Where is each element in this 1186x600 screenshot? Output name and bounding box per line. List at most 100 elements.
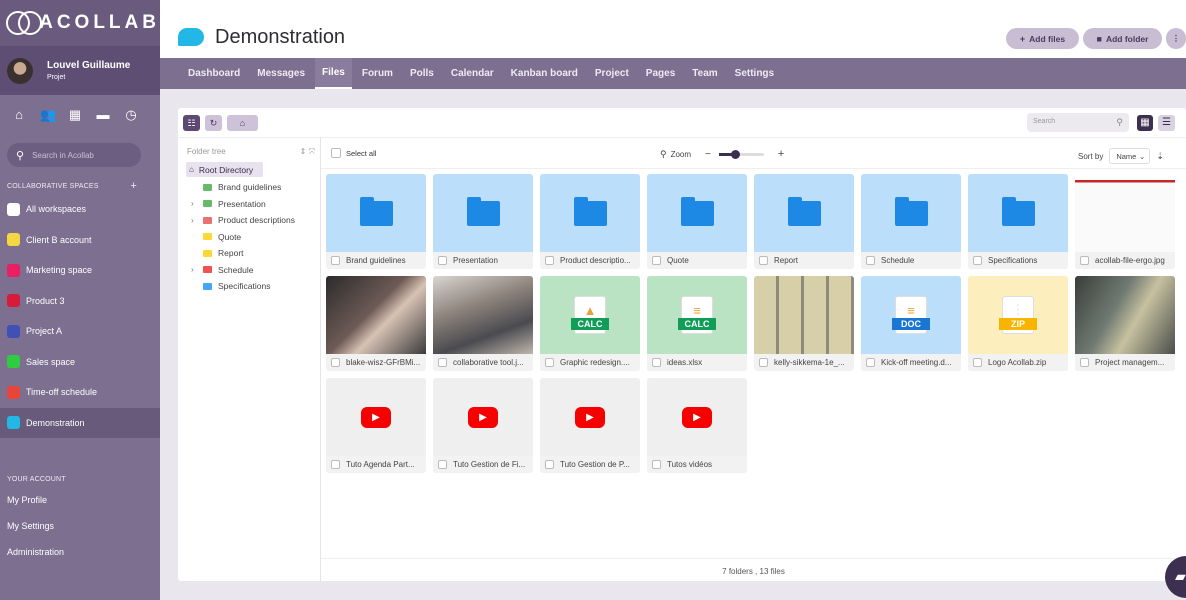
sidebar-space-item[interactable]: Project A bbox=[0, 316, 160, 347]
tab-files[interactable]: Files bbox=[315, 58, 352, 89]
file-thumbnail[interactable] bbox=[433, 276, 533, 354]
collapse-expand-icon[interactable]: ⇕ ⤧ bbox=[300, 147, 315, 157]
tree-root-directory[interactable]: ⌂ Root Directory bbox=[186, 162, 263, 177]
file-checkbox[interactable] bbox=[759, 358, 768, 367]
file-card[interactable]: acollab-file-ergo.jpg bbox=[1075, 174, 1175, 269]
folder-card[interactable]: Presentation bbox=[433, 174, 533, 269]
file-thumbnail[interactable]: ▶ bbox=[540, 378, 640, 456]
file-thumbnail[interactable] bbox=[540, 174, 640, 252]
file-card[interactable]: blake-wisz-GFrBMi... bbox=[326, 276, 426, 371]
tab-forum[interactable]: Forum bbox=[355, 58, 400, 89]
folder-card[interactable]: Report bbox=[754, 174, 854, 269]
sidebar-search-input[interactable]: ⚲ Search in Acollab bbox=[7, 143, 141, 167]
sidebar-space-item[interactable]: Client B account bbox=[0, 225, 160, 256]
tree-folder-item[interactable]: › Schedule bbox=[178, 262, 320, 279]
file-thumbnail[interactable]: ▶ bbox=[326, 378, 426, 456]
file-card[interactable]: ≡ CALC ideas.xlsx bbox=[647, 276, 747, 371]
chevron-right-icon[interactable]: › bbox=[191, 265, 203, 274]
select-all[interactable]: Select all bbox=[331, 148, 376, 158]
file-checkbox[interactable] bbox=[866, 256, 875, 265]
folder-card[interactable]: Specifications bbox=[968, 174, 1068, 269]
file-checkbox[interactable] bbox=[331, 256, 340, 265]
file-thumbnail[interactable]: ⋮ ZIP bbox=[968, 276, 1068, 354]
file-checkbox[interactable] bbox=[652, 358, 661, 367]
file-checkbox[interactable] bbox=[652, 460, 661, 469]
user-profile[interactable]: Louvel Guillaume Projet bbox=[0, 46, 160, 95]
file-thumbnail[interactable] bbox=[1075, 174, 1175, 252]
file-checkbox[interactable] bbox=[652, 256, 661, 265]
files-search-input[interactable]: Search ⚲ bbox=[1027, 113, 1129, 132]
file-card[interactable]: ▶ Tutos vidéos bbox=[647, 378, 747, 473]
tree-folder-item[interactable]: Brand guidelines bbox=[178, 179, 320, 196]
file-thumbnail[interactable] bbox=[861, 174, 961, 252]
sort-direction-icon[interactable]: ⇣ bbox=[1156, 151, 1164, 162]
add-files-button[interactable]: + Add files bbox=[1006, 28, 1079, 49]
toggle-tree-button[interactable]: ☷ bbox=[183, 115, 200, 131]
zoom-slider[interactable] bbox=[718, 149, 764, 159]
select-all-checkbox[interactable] bbox=[331, 148, 341, 158]
zoom-out-button[interactable]: − bbox=[705, 149, 711, 160]
tab-messages[interactable]: Messages bbox=[250, 58, 312, 89]
file-thumbnail[interactable] bbox=[754, 174, 854, 252]
zoom-slider-handle[interactable] bbox=[730, 149, 740, 159]
sidebar-space-item[interactable]: All workspaces bbox=[0, 194, 160, 225]
tab-settings[interactable]: Settings bbox=[728, 58, 781, 89]
sidebar-space-item[interactable]: Marketing space bbox=[0, 255, 160, 286]
sidebar-space-item[interactable]: Sales space bbox=[0, 347, 160, 378]
file-card[interactable]: ▶ Tuto Agenda Part... bbox=[326, 378, 426, 473]
file-thumbnail[interactable] bbox=[1075, 276, 1175, 354]
file-card[interactable]: ▶ Tuto Gestion de P... bbox=[540, 378, 640, 473]
zoom-in-button[interactable]: + bbox=[778, 148, 784, 160]
tab-kanban-board[interactable]: Kanban board bbox=[504, 58, 585, 89]
file-checkbox[interactable] bbox=[759, 256, 768, 265]
file-checkbox[interactable] bbox=[866, 358, 875, 367]
file-checkbox[interactable] bbox=[438, 256, 447, 265]
file-checkbox[interactable] bbox=[545, 256, 554, 265]
tab-pages[interactable]: Pages bbox=[639, 58, 682, 89]
file-card[interactable]: collaborative tool.j... bbox=[433, 276, 533, 371]
more-options-button[interactable]: ⋮ bbox=[1166, 28, 1186, 49]
tree-folder-item[interactable]: Specifications bbox=[178, 278, 320, 295]
home-icon[interactable]: ⌂ bbox=[12, 107, 26, 131]
add-space-icon[interactable]: + bbox=[130, 180, 137, 192]
tab-team[interactable]: Team bbox=[685, 58, 724, 89]
tab-project[interactable]: Project bbox=[588, 58, 636, 89]
calendar-icon[interactable]: ▦ bbox=[68, 107, 82, 131]
file-thumbnail[interactable] bbox=[968, 174, 1068, 252]
file-checkbox[interactable] bbox=[973, 256, 982, 265]
file-checkbox[interactable] bbox=[438, 460, 447, 469]
sidebar-space-item[interactable]: Time-off schedule bbox=[0, 377, 160, 408]
sort-select[interactable]: Name ⌄ bbox=[1109, 148, 1151, 164]
file-card[interactable]: ▶ Tuto Gestion de Fi... bbox=[433, 378, 533, 473]
refresh-button[interactable]: ↻ bbox=[205, 115, 222, 131]
account-item[interactable]: My Settings bbox=[0, 513, 160, 539]
file-thumbnail[interactable] bbox=[647, 174, 747, 252]
grid-view-button[interactable]: ▦ bbox=[1137, 115, 1153, 131]
tab-dashboard[interactable]: Dashboard bbox=[181, 58, 247, 89]
sidebar-space-item[interactable]: Demonstration bbox=[0, 407, 160, 438]
add-folder-button[interactable]: ■ Add folder bbox=[1083, 28, 1162, 49]
file-card[interactable]: ≡ DOC Kick-off meeting.d... bbox=[861, 276, 961, 371]
file-checkbox[interactable] bbox=[1080, 256, 1089, 265]
tree-folder-item[interactable]: › Presentation bbox=[178, 196, 320, 213]
tree-folder-item[interactable]: Quote bbox=[178, 229, 320, 246]
file-thumbnail[interactable]: ▲ CALC bbox=[540, 276, 640, 354]
sidebar-space-item[interactable]: Product 3 bbox=[0, 286, 160, 317]
folder-card[interactable]: Schedule bbox=[861, 174, 961, 269]
file-checkbox[interactable] bbox=[331, 460, 340, 469]
file-thumbnail[interactable] bbox=[433, 174, 533, 252]
account-item[interactable]: My Profile bbox=[0, 487, 160, 513]
file-card[interactable]: kelly-sikkema-1e_... bbox=[754, 276, 854, 371]
file-checkbox[interactable] bbox=[438, 358, 447, 367]
tab-polls[interactable]: Polls bbox=[403, 58, 441, 89]
users-icon[interactable]: 👥 bbox=[40, 107, 56, 131]
file-thumbnail[interactable] bbox=[754, 276, 854, 354]
file-checkbox[interactable] bbox=[1080, 358, 1089, 367]
home-folder-button[interactable]: ⌂ bbox=[227, 115, 258, 131]
chevron-right-icon[interactable]: › bbox=[191, 216, 203, 225]
chevron-right-icon[interactable]: › bbox=[191, 199, 203, 208]
file-thumbnail[interactable]: ≡ DOC bbox=[861, 276, 961, 354]
tab-calendar[interactable]: Calendar bbox=[444, 58, 501, 89]
file-thumbnail[interactable]: ≡ CALC bbox=[647, 276, 747, 354]
account-item[interactable]: Administration bbox=[0, 539, 160, 565]
